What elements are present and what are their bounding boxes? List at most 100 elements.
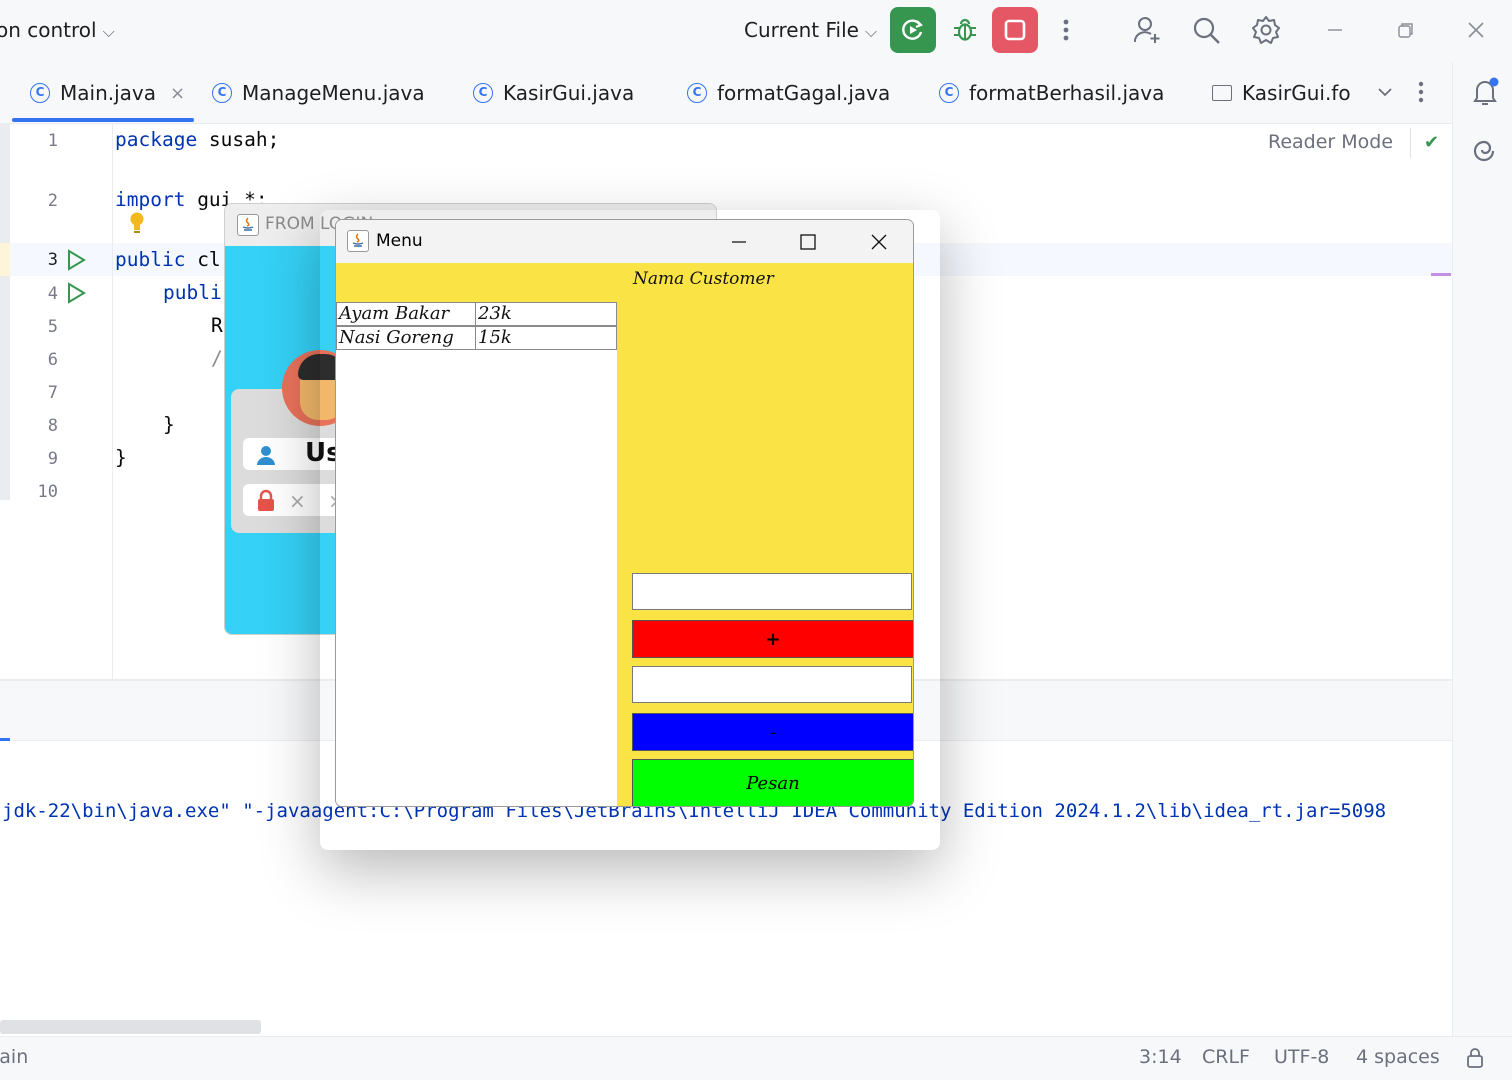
code-line-5[interactable]: R — [211, 314, 223, 337]
minus-button[interactable]: - — [632, 713, 913, 751]
debug-button[interactable] — [942, 7, 988, 53]
rerun-icon — [902, 19, 923, 40]
customer-input-field[interactable] — [632, 573, 912, 610]
java-icon — [237, 214, 259, 236]
tab-formatberhasil-java[interactable]: C formatBerhasil.java — [939, 78, 1164, 108]
close-icon[interactable] — [1460, 14, 1492, 46]
menu-content-panel: Ayam Bakar 23k Nasi Goreng 15k Nama Cust… — [336, 263, 913, 806]
lightbulb-icon[interactable] — [128, 211, 146, 239]
class-icon: C — [30, 83, 50, 103]
tab-managemenu-java[interactable]: C ManageMenu.java — [212, 78, 425, 108]
vcs-label: on control — [0, 18, 97, 42]
code-line-4[interactable]: publi — [163, 281, 222, 304]
line-number: 8 — [47, 416, 58, 436]
line-number: 2 — [47, 191, 58, 211]
window-close-button[interactable] — [854, 226, 904, 258]
class-icon: C — [939, 83, 959, 103]
caret-position[interactable]: 3:14 — [1139, 1046, 1182, 1068]
quantity-input-field[interactable] — [632, 666, 912, 703]
tab-main-java[interactable]: C Main.java × — [30, 78, 185, 108]
tab-more-icon[interactable] — [1418, 80, 1424, 108]
chevron-down-icon: ⌵ — [102, 22, 115, 41]
table-row[interactable]: Nasi Goreng 15k — [336, 326, 617, 350]
tab-kasirgui-java[interactable]: C KasirGui.java — [473, 78, 634, 108]
window-maximize-button[interactable] — [783, 226, 833, 258]
run-config-label: Current File — [744, 18, 859, 42]
stop-icon — [1004, 19, 1026, 41]
restore-icon[interactable] — [1390, 14, 1422, 46]
lock-icon[interactable] — [1466, 1047, 1484, 1073]
close-icon — [871, 234, 887, 250]
vcs-widget[interactable]: on control ⌵ — [0, 18, 115, 42]
tab-formatgagal-java[interactable]: C formatGagal.java — [687, 78, 890, 108]
item-price-cell[interactable]: 23k — [476, 303, 616, 325]
line-number: 3 — [47, 250, 58, 270]
reader-mode-toggle[interactable]: Reader Mode — [1268, 131, 1393, 153]
line-number: 5 — [47, 317, 58, 337]
status-breadcrumb[interactable]: lain — [0, 1046, 28, 1068]
line-number: 10 — [37, 482, 58, 502]
code-line-6[interactable]: / — [211, 347, 223, 370]
gear-icon[interactable] — [1250, 14, 1282, 46]
line-number: 4 — [47, 284, 58, 304]
project-panel-edge — [0, 124, 10, 500]
code-line-3[interactable]: public cl — [115, 248, 221, 271]
line-separator[interactable]: CRLF — [1202, 1046, 1250, 1068]
run-gutter-icon[interactable] — [66, 282, 86, 308]
form-icon — [1212, 85, 1232, 101]
window-minimize-button[interactable] — [714, 226, 764, 258]
more-options-icon[interactable] — [1050, 14, 1082, 46]
padlock-icon — [255, 489, 277, 517]
plus-button[interactable]: + — [632, 620, 913, 658]
add-user-icon[interactable] — [1131, 14, 1163, 46]
line-number: 1 — [47, 131, 58, 151]
indent-setting[interactable]: 4 spaces — [1356, 1046, 1440, 1068]
tab-kasirgui-form[interactable]: KasirGui.for — [1212, 78, 1352, 108]
table-row[interactable]: Ayam Bakar 23k — [336, 302, 617, 326]
code-line-1[interactable]: package susah; — [115, 128, 279, 151]
tab-label: Main.java — [60, 81, 157, 105]
menu-item-table[interactable]: Ayam Bakar 23k Nasi Goreng 15k — [336, 302, 617, 806]
menu-window[interactable]: Menu Ayam Bakar 23k Nasi Goreng 15k Nama… — [335, 219, 914, 807]
maximize-icon — [800, 234, 816, 250]
horizontal-scrollbar[interactable] — [0, 1020, 261, 1034]
inspection-ok-icon[interactable]: ✔ — [1424, 132, 1439, 153]
tab-label: formatGagal.java — [717, 81, 891, 105]
tab-label: ManageMenu.java — [242, 81, 425, 105]
item-name-cell[interactable]: Nasi Goreng — [337, 327, 476, 349]
active-tab-indicator — [12, 118, 194, 122]
code-line-9[interactable]: } — [115, 446, 127, 469]
tab-label: KasirGui.for — [1242, 81, 1352, 105]
run-gutter-icon[interactable] — [66, 249, 86, 275]
chevron-down-icon: ⌵ — [864, 22, 878, 41]
bug-icon — [954, 18, 976, 41]
line-number: 6 — [47, 350, 58, 370]
file-encoding[interactable]: UTF-8 — [1274, 1046, 1329, 1068]
stop-button[interactable] — [992, 7, 1038, 53]
active-run-tab-indicator — [0, 738, 10, 741]
customer-name-label: Nama Customer — [633, 269, 774, 289]
caret-gutter-highlight — [0, 243, 10, 276]
item-name-cell[interactable]: Ayam Bakar — [337, 303, 476, 325]
tab-list-chevron-icon[interactable] — [1375, 82, 1395, 106]
tab-close-icon[interactable]: × — [170, 83, 185, 104]
class-icon: C — [687, 83, 707, 103]
tab-label: formatBerhasil.java — [969, 81, 1165, 105]
minimize-icon — [732, 241, 746, 243]
divider — [1410, 128, 1411, 158]
scrollbar-marker — [1431, 273, 1451, 276]
menu-window-title: Menu — [376, 231, 423, 251]
tab-label: KasirGui.java — [503, 81, 635, 105]
class-icon: C — [212, 83, 232, 103]
search-icon[interactable] — [1190, 14, 1222, 46]
code-line-8[interactable]: } — [163, 413, 175, 436]
class-icon: C — [473, 83, 493, 103]
line-number: 9 — [47, 449, 58, 469]
run-configuration-selector[interactable]: Current File ⌵ — [744, 18, 877, 42]
minimize-icon[interactable] — [1319, 14, 1351, 46]
order-button[interactable]: Pesan — [632, 759, 913, 806]
ai-assistant-icon[interactable] — [1469, 136, 1499, 170]
notifications-icon[interactable] — [1469, 76, 1501, 112]
item-price-cell[interactable]: 15k — [476, 327, 616, 349]
rerun-button[interactable] — [890, 7, 936, 53]
